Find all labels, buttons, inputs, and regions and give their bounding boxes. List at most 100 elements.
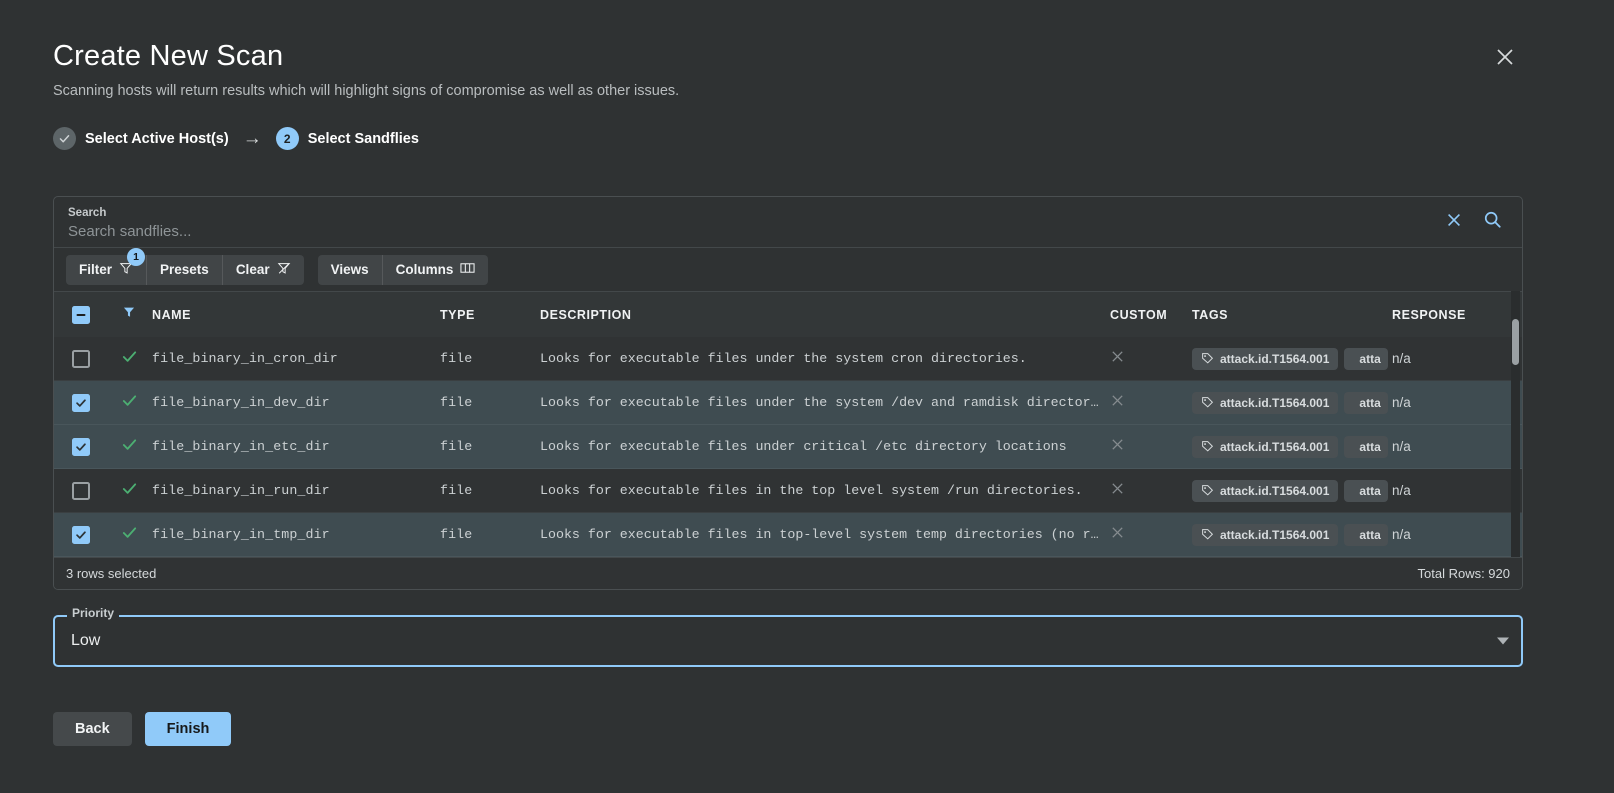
- check-icon: [121, 524, 138, 546]
- filter-button-group: Filter 1 Presets Clear: [66, 247, 304, 285]
- check-icon: [59, 135, 70, 143]
- tag-chip[interactable]: atta: [1344, 391, 1389, 414]
- check-icon: [121, 392, 138, 414]
- table-header-row: NAME TYPE DESCRIPTION CUSTOM TAGS RESPON…: [54, 291, 1522, 337]
- priority-select[interactable]: Priority Low: [53, 606, 1523, 667]
- table-vertical-scrollbar[interactable]: [1511, 291, 1520, 557]
- column-header-custom[interactable]: CUSTOM: [1110, 308, 1192, 322]
- dialog-actions: Back Finish: [53, 712, 232, 746]
- row-type: file: [440, 527, 473, 542]
- columns-icon: [460, 262, 475, 277]
- step-select-hosts[interactable]: Select Active Host(s): [53, 127, 229, 150]
- wizard-stepper: Select Active Host(s) → 2 Select Sandfli…: [53, 127, 419, 150]
- tag-chip-label: attack.id.T1564.001: [1220, 351, 1330, 366]
- tag-chip[interactable]: atta: [1344, 347, 1389, 370]
- tag-chip[interactable]: attack.id.T1564.001: [1192, 479, 1339, 502]
- close-icon: [1110, 437, 1125, 457]
- back-button[interactable]: Back: [53, 712, 132, 746]
- tag-chip-label: atta: [1359, 483, 1381, 498]
- table-row[interactable]: file_binary_in_dev_dir file Looks for ex…: [54, 381, 1522, 425]
- page-title: Create New Scan: [53, 40, 284, 72]
- tag-chip[interactable]: atta: [1344, 479, 1389, 502]
- column-header-tags[interactable]: TAGS: [1192, 308, 1392, 322]
- table-row[interactable]: file_binary_in_run_dir file Looks for ex…: [54, 469, 1522, 513]
- row-custom-indicator: [1110, 393, 1192, 413]
- filter-off-icon: [277, 261, 291, 278]
- finish-button[interactable]: Finish: [144, 712, 232, 746]
- row-custom-indicator: [1110, 525, 1192, 545]
- presets-button-label: Presets: [160, 262, 209, 277]
- view-button-group: Views Columns: [317, 254, 489, 285]
- row-response: n/a: [1392, 527, 1411, 542]
- row-enabled-indicator: [108, 392, 150, 414]
- filter-icon: [122, 305, 136, 324]
- tag-icon: [1202, 485, 1214, 496]
- chevron-down-icon[interactable]: [1497, 637, 1509, 645]
- row-response: n/a: [1392, 351, 1411, 366]
- row-response: n/a: [1392, 439, 1411, 454]
- filter-button[interactable]: Filter 1: [66, 247, 148, 285]
- row-response: n/a: [1392, 483, 1411, 498]
- tag-chip[interactable]: attack.id.T1564.001: [1192, 391, 1339, 414]
- table-row[interactable]: file_binary_in_etc_dir file Looks for ex…: [54, 425, 1522, 469]
- tag-chip[interactable]: attack.id.T1564.001: [1192, 435, 1339, 458]
- clear-search-button[interactable]: [1438, 206, 1470, 238]
- column-header-type[interactable]: TYPE: [440, 308, 540, 322]
- column-header-description[interactable]: DESCRIPTION: [540, 308, 1110, 322]
- tag-chip-label: attack.id.T1564.001: [1220, 395, 1330, 410]
- row-description-cell: Looks for executable files under the sys…: [540, 351, 1110, 366]
- close-icon: [1110, 393, 1125, 413]
- tag-chip-label: atta: [1359, 351, 1381, 366]
- row-checkbox[interactable]: [72, 525, 90, 544]
- search-input[interactable]: [68, 220, 1432, 242]
- filter-count-badge: 1: [127, 247, 146, 266]
- column-header-response[interactable]: RESPONSE: [1392, 308, 1502, 322]
- row-checkbox[interactable]: [72, 437, 90, 456]
- row-name: file_binary_in_dev_dir: [152, 395, 330, 410]
- tag-icon: [1202, 441, 1214, 452]
- close-icon: [1110, 525, 1125, 545]
- tag-chip[interactable]: attack.id.T1564.001: [1192, 347, 1339, 370]
- selection-count-label: 3 rows selected: [66, 566, 157, 581]
- step-2-marker: 2: [275, 127, 299, 150]
- table-row[interactable]: file_binary_in_tmp_dir file Looks for ex…: [54, 513, 1522, 557]
- columns-button[interactable]: Columns: [382, 254, 489, 285]
- step-select-sandflies[interactable]: 2 Select Sandflies: [275, 127, 419, 150]
- row-checkbox[interactable]: [72, 481, 90, 500]
- row-description-cell: Looks for executable files in top-level …: [540, 527, 1110, 542]
- row-description-cell: Looks for executable files under the sys…: [540, 395, 1110, 410]
- row-checkbox[interactable]: [72, 393, 90, 412]
- row-description: Looks for executable files under critica…: [540, 439, 1067, 454]
- tag-chip[interactable]: atta: [1344, 523, 1389, 546]
- row-response: n/a: [1392, 395, 1411, 410]
- close-dialog-button[interactable]: [1491, 43, 1519, 71]
- tag-chip-label: atta: [1359, 395, 1381, 410]
- row-type: file: [440, 483, 473, 498]
- row-select-cell: [54, 393, 108, 412]
- row-tags-cell: attack.id.T1564.001 atta: [1192, 435, 1392, 458]
- row-description: Looks for executable files under the sys…: [540, 351, 1027, 366]
- priority-value: Low: [71, 632, 101, 649]
- row-custom-indicator: [1110, 481, 1192, 501]
- select-all-checkbox[interactable]: [72, 305, 90, 324]
- table-scrollbar-thumb[interactable]: [1512, 319, 1519, 365]
- clear-filters-button[interactable]: Clear: [222, 254, 304, 285]
- submit-search-button[interactable]: [1476, 206, 1508, 238]
- tag-chip[interactable]: attack.id.T1564.001: [1192, 523, 1339, 546]
- tag-chip[interactable]: atta: [1344, 435, 1389, 458]
- row-name: file_binary_in_tmp_dir: [152, 527, 330, 542]
- row-description: Looks for executable files in the top le…: [540, 483, 1083, 498]
- row-checkbox[interactable]: [72, 349, 90, 368]
- search-field: Search: [68, 203, 1432, 242]
- column-header-name[interactable]: NAME: [150, 308, 440, 322]
- row-type: file: [440, 439, 473, 454]
- search-bar: Search: [54, 197, 1522, 247]
- table-row[interactable]: file_binary_in_cron_dir file Looks for e…: [54, 337, 1522, 381]
- views-button[interactable]: Views: [317, 254, 383, 285]
- close-icon: [1445, 211, 1463, 234]
- presets-button[interactable]: Presets: [147, 254, 223, 285]
- enabled-column-filter-icon-cell[interactable]: [108, 305, 150, 324]
- total-rows-label: Total Rows: 920: [1417, 566, 1511, 581]
- tag-icon: [1202, 353, 1214, 364]
- tag-chip-label: atta: [1359, 527, 1381, 542]
